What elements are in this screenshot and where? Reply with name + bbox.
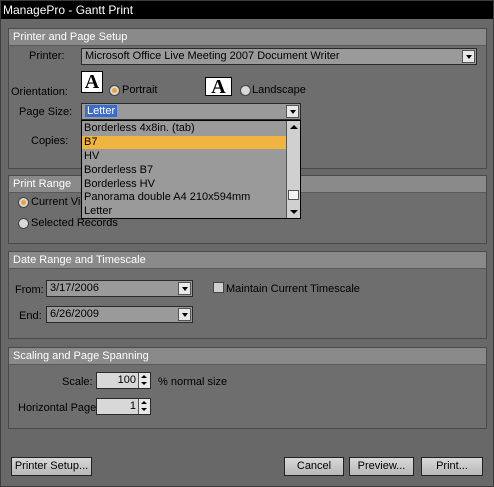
maintain-timescale-label: Maintain Current Timescale: [226, 283, 360, 295]
scroll-up-icon[interactable]: [290, 125, 298, 129]
portrait-label: Portrait: [122, 84, 158, 96]
print-button[interactable]: Print...: [421, 457, 483, 476]
dropdown-option-highlighted[interactable]: B7: [82, 136, 286, 149]
page-size-dropdown-list[interactable]: Borderless 4x8in. (tab) B7 HV Borderless…: [81, 120, 301, 219]
from-date-value: 3/17/2006: [50, 282, 99, 294]
window-title: ManagePro - Gantt Print: [1, 1, 493, 19]
landscape-page-icon: A: [205, 77, 232, 97]
scale-value: 100: [117, 374, 136, 386]
dropdown-scrollbar[interactable]: [286, 121, 300, 218]
scale-stepper[interactable]: 100: [96, 372, 151, 389]
scrollbar-thumb[interactable]: [288, 190, 299, 200]
chevron-down-icon[interactable]: [178, 282, 191, 295]
orientation-label: Orientation:: [11, 86, 68, 98]
dropdown-option[interactable]: HV: [82, 150, 286, 163]
page-size-label: Page Size:: [19, 106, 73, 118]
maintain-timescale-checkbox[interactable]: [213, 282, 224, 293]
horizontal-pages-value: 1: [129, 400, 136, 412]
dropdown-option[interactable]: Borderless B7: [82, 164, 286, 177]
portrait-page-icon: A: [81, 71, 103, 93]
end-date-value: 6/26/2009: [50, 308, 99, 320]
date-range-header: Date Range and Timescale: [9, 252, 486, 269]
preview-button[interactable]: Preview...: [349, 457, 414, 476]
from-label: From:: [15, 284, 44, 296]
landscape-radio[interactable]: [240, 85, 251, 96]
end-date-picker[interactable]: 6/26/2009: [46, 306, 193, 323]
gantt-print-dialog: ManagePro - Gantt Print Printer and Page…: [0, 0, 494, 487]
page-size-value: Letter: [85, 105, 118, 117]
horizontal-pages-stepper[interactable]: 1: [96, 398, 151, 415]
scroll-down-icon[interactable]: [290, 210, 298, 214]
scale-suffix: % normal size: [158, 376, 228, 388]
from-date-picker[interactable]: 3/17/2006: [46, 280, 193, 297]
arrow-down-icon[interactable]: [141, 408, 147, 411]
landscape-label: Landscape: [252, 84, 306, 96]
dropdown-option[interactable]: Borderless HV: [82, 178, 286, 191]
printer-value: Microsoft Office Live Meeting 2007 Docum…: [85, 50, 340, 62]
printer-setup-button[interactable]: Printer Setup...: [11, 457, 92, 476]
chevron-down-icon[interactable]: [178, 308, 191, 321]
current-view-radio[interactable]: [18, 197, 29, 208]
scale-label: Scale:: [62, 376, 93, 388]
portrait-radio[interactable]: [109, 85, 120, 96]
arrow-up-icon[interactable]: [141, 375, 147, 378]
dropdown-option[interactable]: Borderless 4x8in. (tab): [82, 122, 286, 135]
chevron-down-icon[interactable]: [286, 105, 299, 118]
arrow-down-icon[interactable]: [141, 382, 147, 385]
dropdown-option[interactable]: Panorama double A4 210x594mm: [82, 191, 286, 204]
horizontal-pages-label: Horizontal Pages:: [18, 402, 105, 414]
end-label: End:: [19, 310, 42, 322]
printer-setup-header: Printer and Page Setup: [9, 29, 486, 46]
stepper-buttons[interactable]: [138, 399, 150, 414]
cancel-button[interactable]: Cancel: [284, 457, 344, 476]
arrow-up-icon[interactable]: [141, 401, 147, 404]
stepper-buttons[interactable]: [138, 373, 150, 388]
dropdown-option[interactable]: Letter: [82, 205, 286, 218]
page-size-select[interactable]: Letter: [81, 103, 301, 120]
scaling-header: Scaling and Page Spanning: [9, 348, 486, 365]
selected-records-radio[interactable]: [18, 218, 29, 229]
chevron-down-icon[interactable]: [462, 50, 475, 63]
copies-label: Copies:: [31, 135, 69, 147]
printer-label: Printer:: [29, 50, 65, 62]
printer-select[interactable]: Microsoft Office Live Meeting 2007 Docum…: [81, 48, 477, 65]
